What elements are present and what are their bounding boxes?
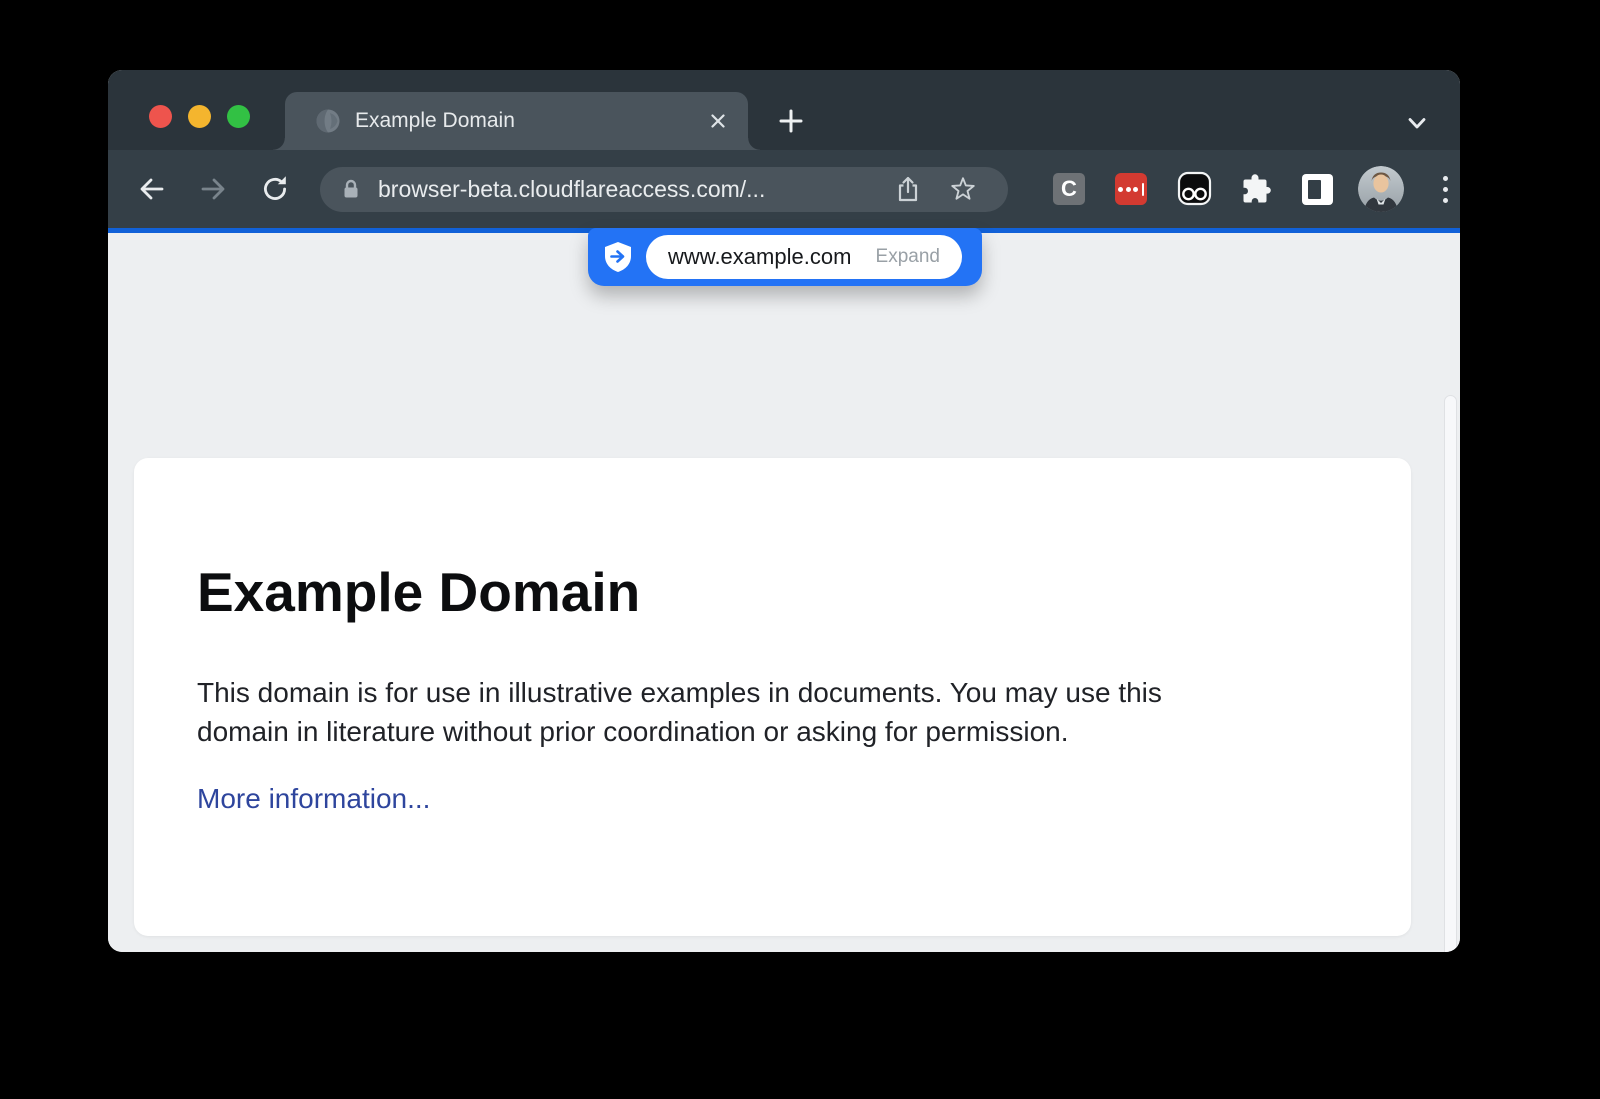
tab-title: Example Domain (355, 92, 515, 150)
profile-avatar[interactable] (1358, 166, 1404, 212)
tab-close-icon[interactable] (708, 111, 728, 131)
url-text[interactable]: browser-beta.cloudflareaccess.com/... (378, 167, 765, 212)
extension-c-icon[interactable]: C (1053, 173, 1085, 205)
body-paragraph: This domain is for use in illustrative e… (197, 673, 1162, 751)
scrollbar-thumb[interactable] (1444, 395, 1457, 952)
browser-tab[interactable]: Example Domain (285, 92, 748, 150)
share-icon[interactable] (893, 174, 923, 204)
more-information-link[interactable]: More information... (197, 783, 430, 815)
forward-button[interactable] (197, 173, 229, 205)
back-button[interactable] (136, 173, 168, 205)
password-manager-extension-icon[interactable] (1115, 173, 1147, 205)
bookmark-star-icon[interactable] (948, 174, 978, 204)
side-panel-icon[interactable] (1302, 174, 1333, 205)
expand-button[interactable]: Expand (876, 246, 940, 268)
isolation-shield-icon (603, 241, 633, 273)
tab-strip: Example Domain (108, 70, 1460, 150)
extensions-puzzle-icon[interactable] (1239, 173, 1271, 205)
close-window-button[interactable] (149, 105, 172, 128)
body-paragraph-line1: This domain is for use in illustrative e… (197, 673, 1162, 712)
lock-icon[interactable] (339, 177, 363, 201)
tab-search-chevron-icon[interactable] (1404, 110, 1430, 136)
browser-toolbar: browser-beta.cloudflareaccess.com/... C (108, 150, 1460, 228)
body-paragraph-line2: domain in literature without prior coord… (197, 712, 1162, 751)
page-title: Example Domain (197, 562, 640, 622)
reload-button[interactable] (259, 173, 291, 205)
page-viewport: www.example.com Expand Example Domain Th… (108, 233, 1460, 952)
address-bar[interactable]: browser-beta.cloudflareaccess.com/... (320, 167, 1008, 212)
goggles-extension-icon[interactable] (1177, 171, 1212, 206)
desktop-background: Example Domain (0, 0, 1600, 1099)
minimize-window-button[interactable] (188, 105, 211, 128)
new-tab-button[interactable] (778, 108, 804, 134)
maximize-window-button[interactable] (227, 105, 250, 128)
example-domain-card: Example Domain This domain is for use in… (134, 458, 1411, 936)
isolation-domain-pill[interactable]: www.example.com Expand (588, 228, 982, 286)
isolation-url-pill[interactable]: www.example.com Expand (646, 235, 962, 279)
globe-favicon-icon (314, 107, 342, 135)
browser-menu-icon[interactable] (1440, 169, 1450, 209)
isolated-domain-text: www.example.com (668, 244, 851, 270)
browser-window: Example Domain (108, 70, 1460, 952)
